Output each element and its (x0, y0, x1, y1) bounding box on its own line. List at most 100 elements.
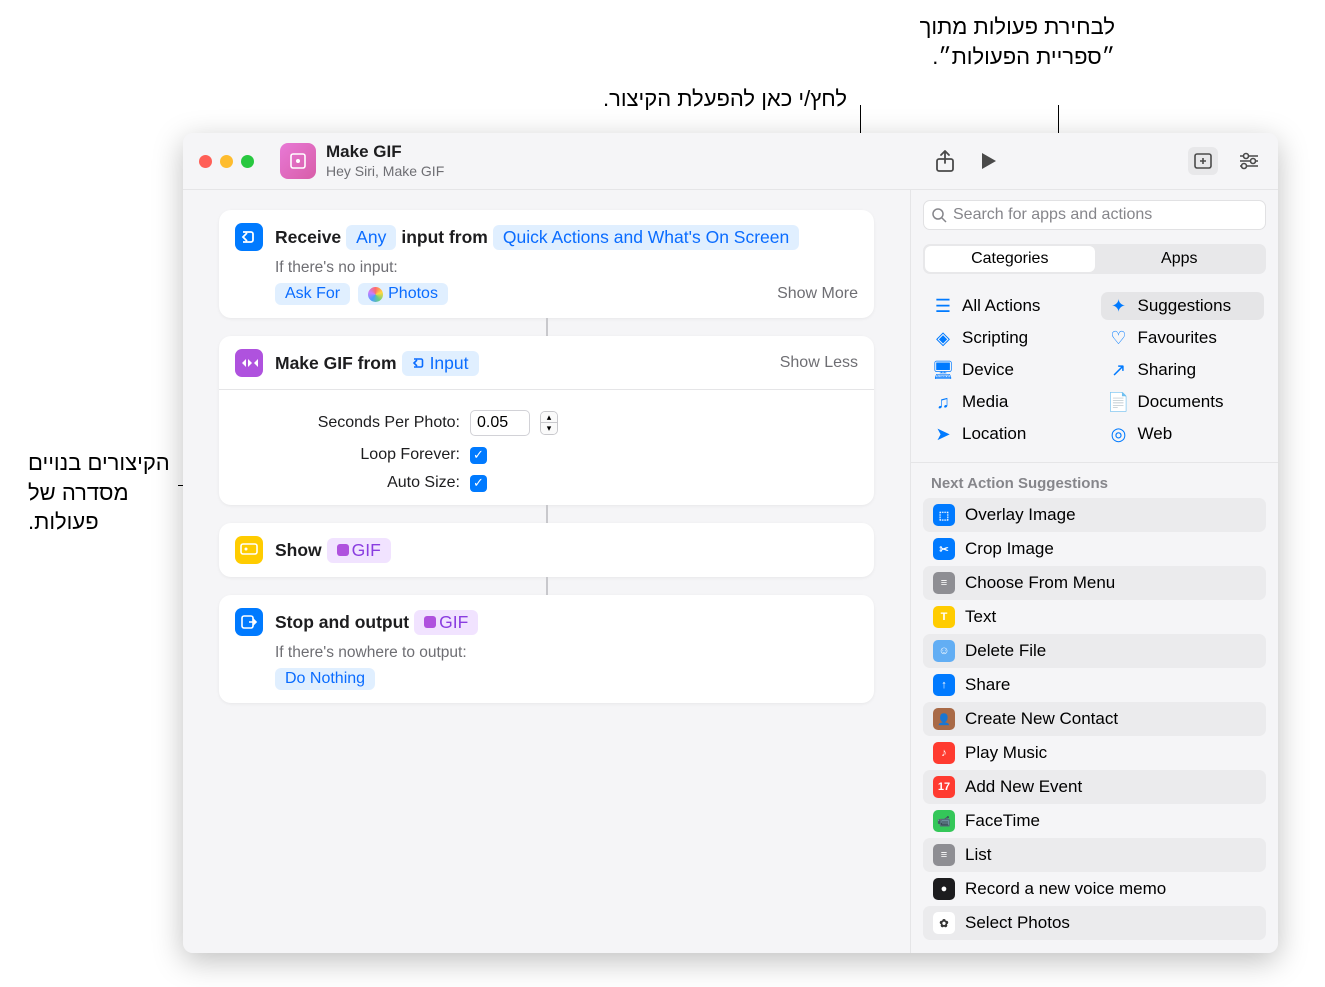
run-button[interactable] (976, 148, 1002, 174)
category-suggestions[interactable]: ✦Suggestions (1101, 292, 1265, 320)
loop-checkbox[interactable]: ✓ (470, 447, 487, 464)
photos-token[interactable]: Photos (358, 283, 448, 305)
sec-label: Seconds Per Photo: (275, 414, 460, 432)
suggestion-label: Add New Event (965, 777, 1082, 797)
category-label: Device (962, 360, 1014, 380)
suggestion-add-new-event[interactable]: 17Add New Event (923, 770, 1266, 804)
category-icon: ◈ (933, 328, 953, 348)
search-input[interactable]: Search for apps and actions (923, 200, 1266, 230)
suggestion-icon: 👤 (933, 708, 955, 730)
editor-canvas: Receive Any input from Quick Actions and… (183, 190, 910, 953)
callout-run: לחץ/י כאן להפעלת הקיצור. (547, 84, 847, 114)
suggestion-icon: ☺ (933, 640, 955, 662)
category-icon: 🖥 (933, 360, 953, 380)
make-gif-title: Make GIF from (275, 353, 397, 374)
receive-label: Receive (275, 227, 341, 248)
category-sharing[interactable]: ↗Sharing (1101, 356, 1265, 384)
suggestion-text[interactable]: T Text (923, 600, 1266, 634)
category-device[interactable]: 🖥 Device (925, 356, 1089, 384)
action-make-gif[interactable]: Make GIF from Input Show Less Seconds Pe… (219, 336, 874, 505)
token-source[interactable]: Quick Actions and What's On Screen (493, 225, 799, 250)
category-media[interactable]: ♫Media (925, 388, 1089, 416)
show-more-button[interactable]: Show More (777, 285, 858, 303)
category-grid: ☰ All Actions ✦Suggestions ◈ Scripting ♡Favou… (911, 284, 1278, 463)
suggestion-icon: T (933, 606, 955, 628)
suggestion-crop-image[interactable]: ✂Crop Image (923, 532, 1266, 566)
category-label: Media (962, 392, 1008, 412)
do-nothing-token[interactable]: Do Nothing (275, 668, 375, 690)
gif-token[interactable]: GIF (414, 610, 478, 635)
category-all-actions[interactable]: ☰ All Actions (925, 292, 1089, 320)
suggestion-choose-from-menu[interactable]: ≡Choose From Menu (923, 566, 1266, 600)
category-label: Location (962, 424, 1026, 444)
category-label: Scripting (962, 328, 1028, 348)
stop-title: Stop and output (275, 612, 409, 633)
suggestion-list[interactable]: ≡List (923, 838, 1266, 872)
suggestion-share[interactable]: ↑Share (923, 668, 1266, 702)
stepper[interactable]: ▴▾ (540, 411, 558, 435)
suggestion-label: Share (965, 675, 1010, 695)
category-scripting[interactable]: ◈ Scripting (925, 324, 1089, 352)
search-placeholder: Search for apps and actions (953, 206, 1152, 224)
show-title: Show (275, 540, 322, 561)
callout-line (860, 105, 861, 135)
receive-icon (235, 223, 263, 251)
category-web[interactable]: ◎ Web (1101, 420, 1265, 448)
suggestion-facetime[interactable]: 📹 FaceTime (923, 804, 1266, 838)
category-documents[interactable]: 📄Documents (1101, 388, 1265, 416)
category-icon: ↗ (1109, 360, 1129, 380)
suggestion-label: List (965, 845, 991, 865)
category-icon: 📄 (1109, 392, 1129, 412)
suggestion-icon: ● (933, 878, 955, 900)
suggestion-label: Play Music (965, 743, 1047, 763)
category-icon: ✦ (1109, 296, 1129, 316)
zoom-button[interactable] (241, 155, 254, 168)
suggestion-overlay-image[interactable]: ⬚Overlay Image (923, 498, 1266, 532)
suggestion-label: Delete File (965, 641, 1046, 661)
suggestion-select-photos[interactable]: ✿Select Photos (923, 906, 1266, 940)
suggestion-label: Create New Contact (965, 709, 1118, 729)
callout-line (1058, 105, 1059, 135)
auto-checkbox[interactable]: ✓ (470, 475, 487, 492)
category-icon: ☰ (933, 296, 953, 316)
suggestion-delete-file[interactable]: ☺ Delete File (923, 634, 1266, 668)
search-icon (932, 208, 947, 223)
connector (546, 577, 548, 595)
action-show[interactable]: Show GIF (219, 523, 874, 577)
close-button[interactable] (199, 155, 212, 168)
input-token[interactable]: Input (402, 351, 479, 376)
category-icon: ◎ (1109, 424, 1129, 444)
ask-for-token[interactable]: Ask For (275, 283, 350, 305)
category-label: Web (1138, 424, 1173, 444)
tab-categories[interactable]: Categories (925, 246, 1095, 272)
show-less-button[interactable]: Show Less (780, 354, 858, 372)
segment-control: Categories Apps (923, 244, 1266, 274)
suggestion-record-a-new-voice-memo[interactable]: ● Record a new voice memo (923, 872, 1266, 906)
gif-token[interactable]: GIF (327, 538, 391, 563)
suggestion-label: FaceTime (965, 811, 1040, 831)
action-stop-output[interactable]: Stop and output GIF If there's nowhere t… (219, 595, 874, 703)
minimize-button[interactable] (220, 155, 233, 168)
action-receive-input[interactable]: Receive Any input from Quick Actions and… (219, 210, 874, 318)
suggestion-icon: ♪ (933, 742, 955, 764)
settings-icon[interactable] (1236, 148, 1262, 174)
share-icon[interactable] (932, 148, 958, 174)
suggestion-label: Choose From Menu (965, 573, 1115, 593)
suggestion-play-music[interactable]: ♪ Play Music (923, 736, 1266, 770)
suggestion-label: Text (965, 607, 996, 627)
suggestion-icon: 📹 (933, 810, 955, 832)
action-library-sidebar: Search for apps and actions Categories A… (910, 190, 1278, 953)
seconds-input[interactable] (470, 410, 530, 436)
output-icon (235, 608, 263, 636)
category-favourites[interactable]: ♡Favourites (1101, 324, 1265, 352)
category-label: All Actions (962, 296, 1040, 316)
token-any[interactable]: Any (346, 225, 396, 250)
receive-middle: input from (401, 227, 488, 248)
action-library-button[interactable] (1188, 147, 1218, 175)
no-input-label: If there's no input: (275, 259, 858, 277)
category-location[interactable]: ➤Location (925, 420, 1089, 448)
tab-apps[interactable]: Apps (1095, 246, 1265, 272)
suggestion-label: Record a new voice memo (965, 879, 1166, 899)
auto-label: Auto Size: (275, 474, 460, 492)
suggestion-create-new-contact[interactable]: 👤 Create New Contact (923, 702, 1266, 736)
